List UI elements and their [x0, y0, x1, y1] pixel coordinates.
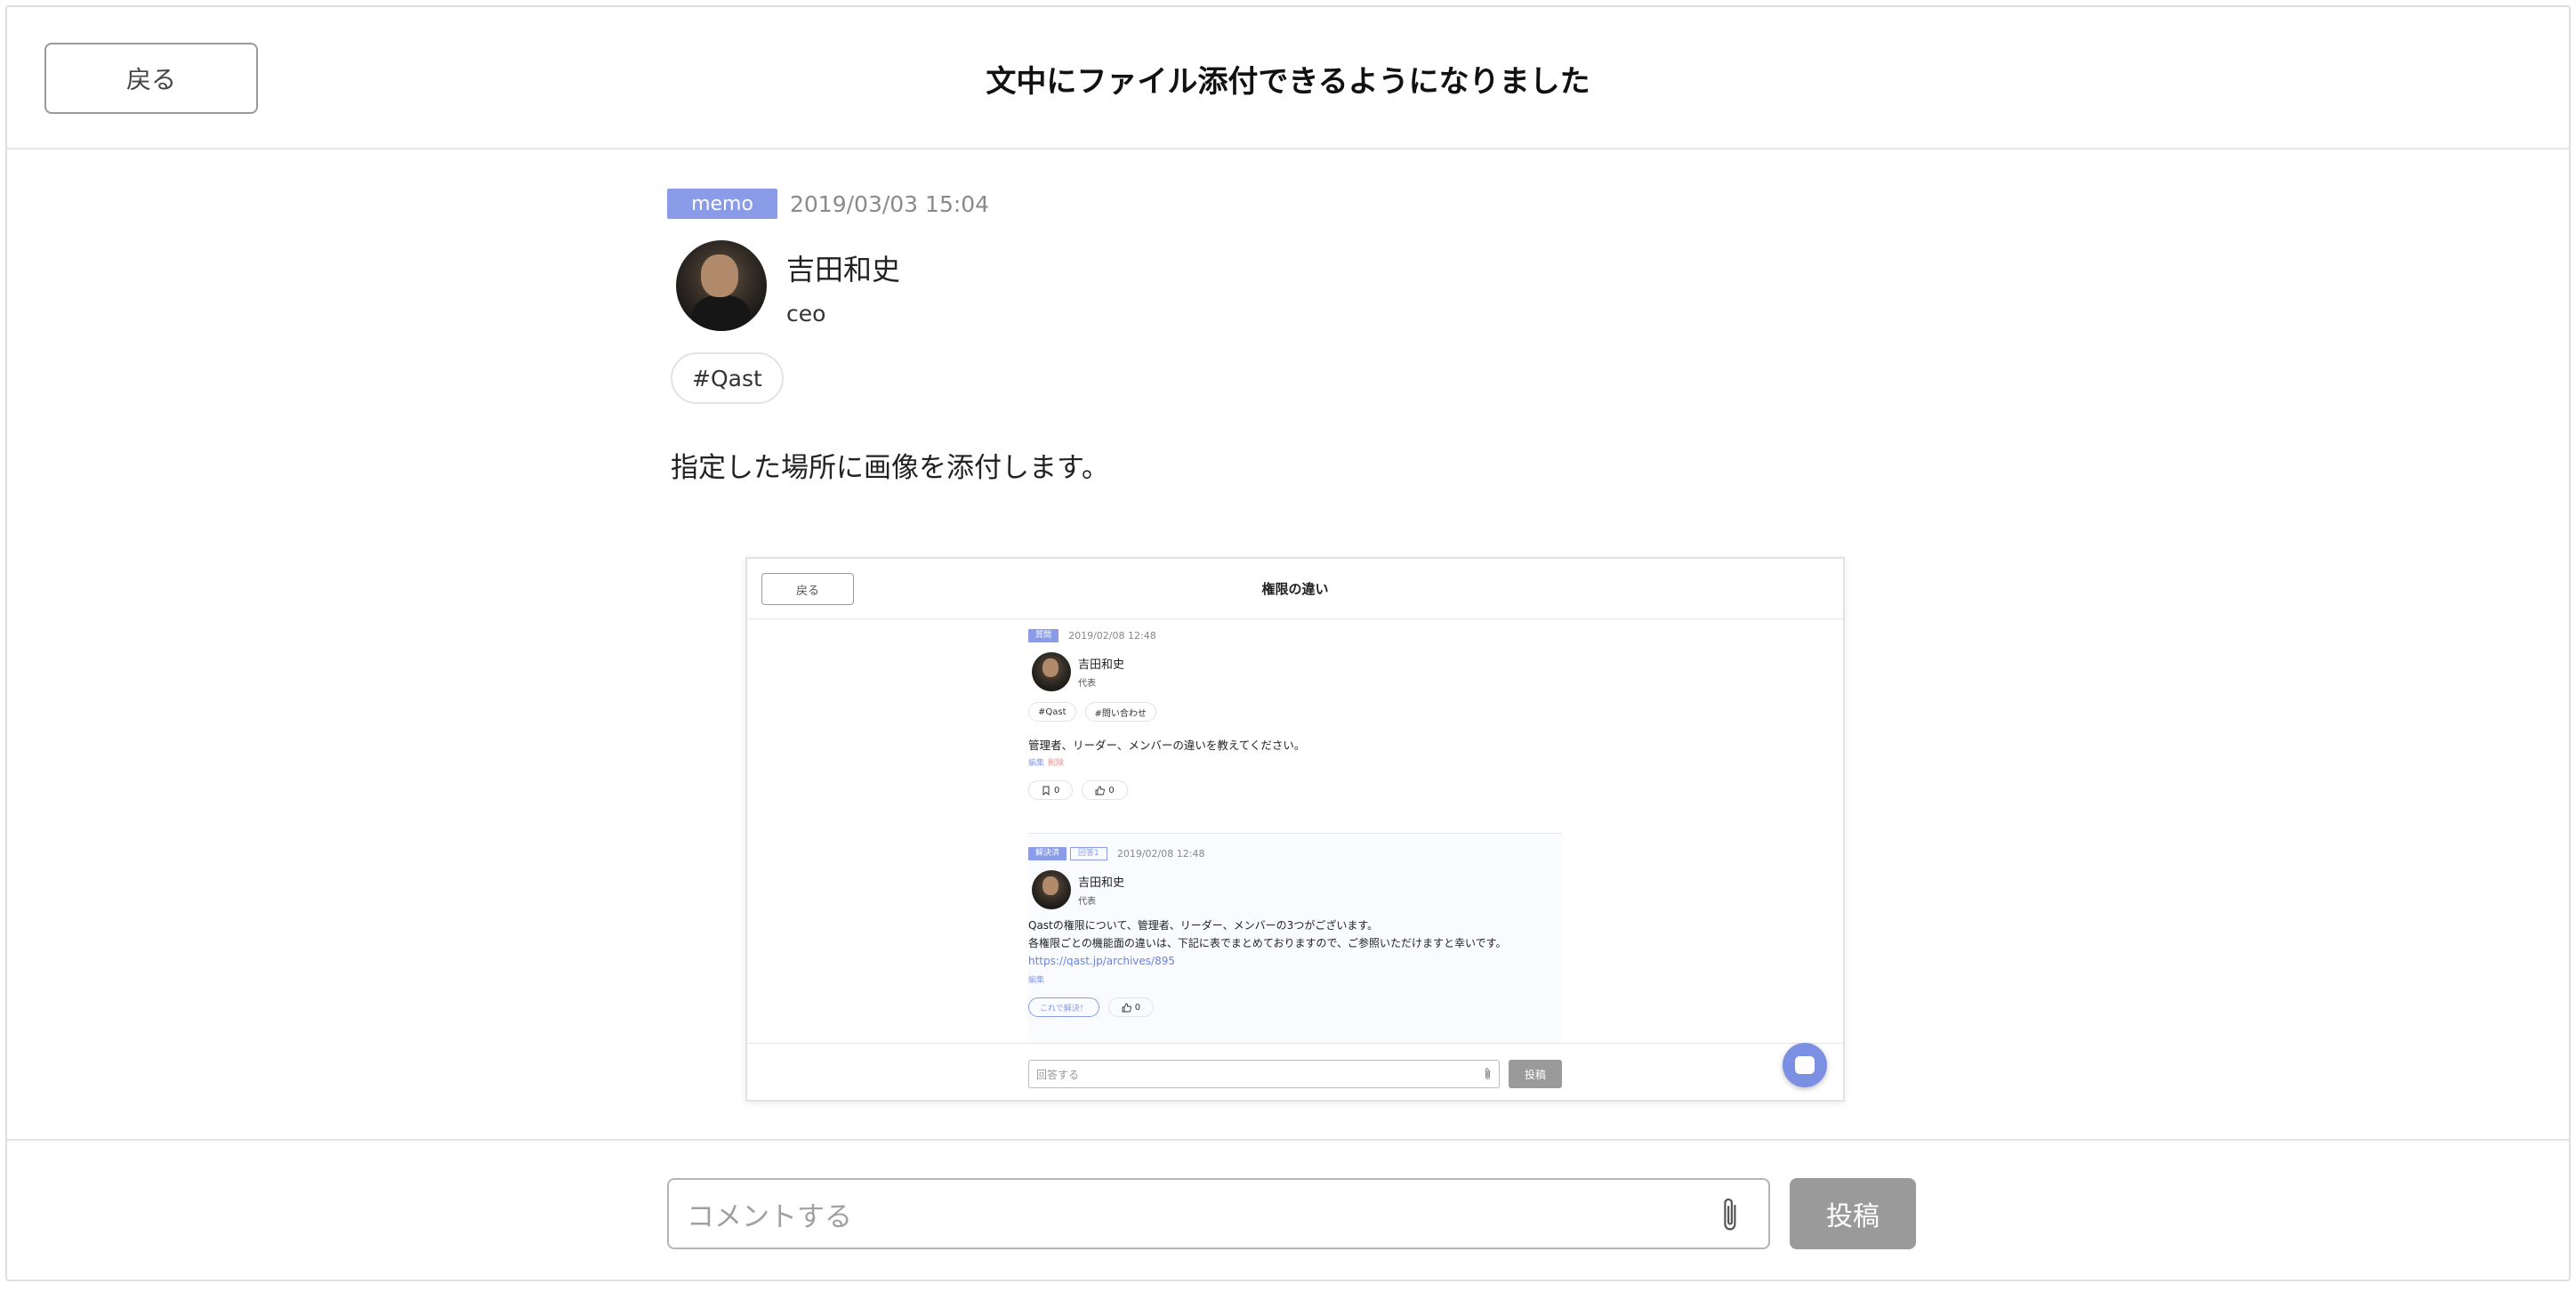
post-body: 指定した場所に画像を添付します。: [671, 452, 1109, 484]
author-name[interactable]: 吉田和史: [786, 247, 900, 288]
embedded-answer-text: Qastの権限について、管理者、リーダー、メンバーの3つがございます。 各権限ご…: [1028, 917, 1562, 970]
embedded-answer-line2: 各権限ごとの機能面の違いは、下記に表でまとめておりますので、ご参照いただけますと…: [1028, 937, 1507, 949]
embedded-bookmark-count: 0: [1054, 785, 1060, 795]
embedded-answer-input: 回答する: [1028, 1060, 1500, 1088]
embedded-answer-line1: Qastの権限について、管理者、リーダー、メンバーの3つがございます。: [1028, 919, 1379, 932]
embedded-avatar: [1032, 870, 1071, 909]
bookmark-icon: [1042, 786, 1050, 795]
post-button[interactable]: 投稿: [1790, 1178, 1916, 1249]
embedded-author-name: 吉田和史: [1078, 876, 1125, 890]
embedded-bookmark-pill: 0: [1028, 780, 1074, 800]
embedded-question-actions: 0 0: [1028, 780, 1562, 800]
embedded-solve-button: これで解決！: [1028, 997, 1099, 1017]
embedded-input-placeholder: 回答する: [1036, 1068, 1080, 1081]
embedded-delete-link: 削除: [1048, 759, 1065, 768]
comment-input[interactable]: コメントする: [667, 1178, 1770, 1249]
paperclip-icon: [1484, 1067, 1492, 1085]
embedded-answer-badge: 解決済: [1028, 847, 1067, 860]
embedded-tags: #Qast #問い合わせ: [1028, 702, 1562, 722]
embedded-answer-like-count: 0: [1134, 1002, 1141, 1013]
embedded-answer-like-pill: 0: [1107, 997, 1155, 1017]
attached-image: 戻る 権限の違い 質問 2019/02/08 12:48 吉田和史 代表 #Qa…: [745, 557, 1845, 1102]
page-title: 文中にファイル添付できるようになりました: [986, 64, 1590, 100]
embedded-edit-link: 編集: [1028, 759, 1045, 768]
embedded-answer-date: 2019/02/08 12:48: [1116, 848, 1205, 860]
thumbs-up-icon: [1122, 1003, 1131, 1012]
embedded-tag: #問い合わせ: [1084, 702, 1156, 722]
tag-qast[interactable]: #Qast: [671, 352, 784, 404]
embedded-question-badge: 質問: [1028, 629, 1059, 642]
avatar[interactable]: [676, 240, 767, 331]
embedded-footer: 回答する 投稿: [747, 1043, 1843, 1100]
type-badge: memo: [667, 189, 777, 219]
embedded-author-role: 代表: [1078, 897, 1096, 907]
embedded-answer-edit-link: 編集: [1028, 976, 1045, 985]
embedded-question-links: 編集 削除: [1028, 756, 1562, 768]
embedded-answer: 解決済 回答1 2019/02/08 12:48 吉田和史 代表 Qastの権限に…: [1028, 833, 1562, 1043]
post-content: memo 2019/03/03 15:04 吉田和史 ceo #Qast 指定し…: [7, 151, 2569, 1139]
comment-placeholder: コメントする: [687, 1200, 852, 1233]
embedded-avatar: [1032, 652, 1071, 691]
chat-icon: [1783, 1043, 1827, 1087]
embedded-like-count: 0: [1108, 785, 1115, 795]
embedded-question-text: 管理者、リーダー、メンバーの違いを教えてください。: [1028, 739, 1306, 752]
post-meta: memo 2019/03/03 15:04: [667, 189, 989, 219]
header: 戻る 文中にファイル添付できるようになりました: [7, 7, 2569, 149]
author-info: 吉田和史 ceo: [786, 247, 900, 327]
embedded-header: 戻る 権限の違い: [747, 559, 1843, 619]
embedded-question-date: 2019/02/08 12:48: [1068, 630, 1156, 642]
thumbs-up-icon: [1095, 786, 1106, 795]
comment-bar: コメントする 投稿: [7, 1139, 2569, 1280]
author: 吉田和史 ceo: [676, 240, 900, 331]
author-role: ceo: [786, 301, 826, 327]
embedded-title: 権限の違い: [1261, 581, 1329, 597]
embedded-answer-outline-badge: 回答1: [1070, 847, 1107, 860]
embedded-answer-actions: これで解決！ 0: [1028, 997, 1562, 1017]
embedded-tag: #Qast: [1028, 702, 1076, 722]
embedded-author-name: 吉田和史: [1078, 658, 1125, 672]
paperclip-icon[interactable]: [1713, 1196, 1749, 1235]
embedded-answer-author: 吉田和史 代表: [1032, 870, 1562, 909]
post-date: 2019/03/03 15:04: [790, 190, 990, 217]
embedded-like-pill: 0: [1082, 780, 1128, 800]
embedded-post-button: 投稿: [1509, 1060, 1562, 1088]
app-window: 戻る 文中にファイル添付できるようになりました memo 2019/03/03 …: [5, 5, 2571, 1281]
embedded-author-role: 代表: [1078, 679, 1096, 689]
embedded-answer-link: https://qast.jp/archives/895: [1028, 955, 1175, 967]
embedded-question: 質問 2019/02/08 12:48 吉田和史 代表 #Qast #問い合わせ…: [1028, 626, 1562, 800]
embedded-question-author: 吉田和史 代表: [1032, 652, 1562, 691]
embedded-answer-links: 編集: [1028, 973, 1562, 985]
